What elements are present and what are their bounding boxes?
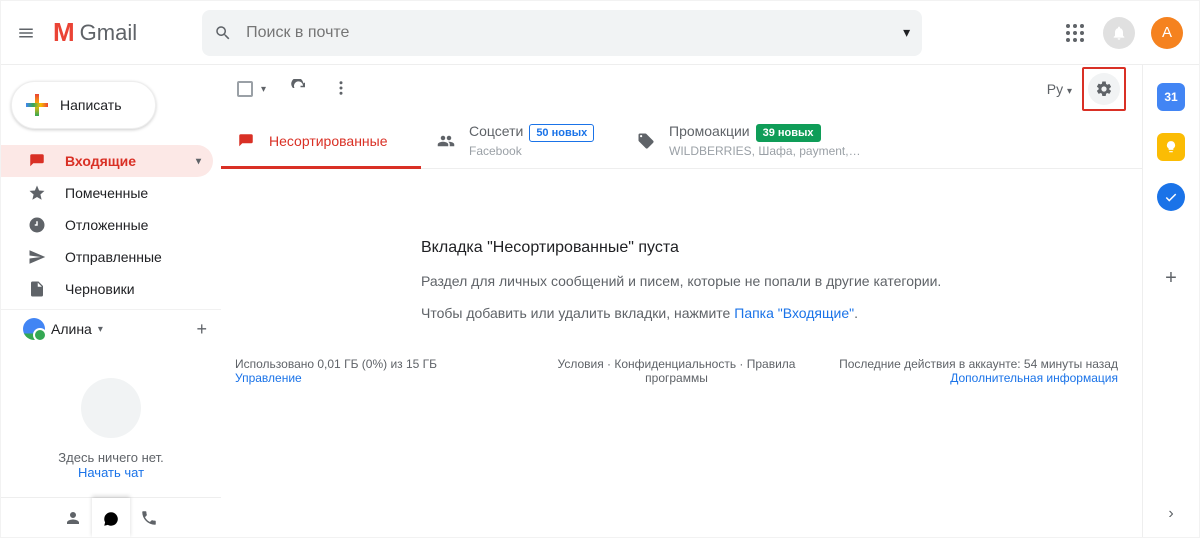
plus-icon xyxy=(26,94,48,116)
empty-state: Вкладка "Несортированные" пуста Раздел д… xyxy=(221,169,1142,341)
compose-button[interactable]: Написать xyxy=(11,81,156,129)
chevron-down-icon[interactable]: ▾ xyxy=(196,156,201,167)
sidebar-item-label: Отправленные xyxy=(65,249,162,265)
calendar-addon[interactable]: 31 xyxy=(1157,83,1185,111)
main-area: ▾ Ру ▾ Несортированные xyxy=(221,65,1143,537)
search-icon xyxy=(214,24,232,42)
more-button[interactable] xyxy=(332,79,350,100)
tab-label: Несортированные xyxy=(269,133,388,149)
empty-title: Вкладка "Несортированные" пуста xyxy=(421,239,1102,257)
last-activity: Последние действия в аккаунте: 54 минуты… xyxy=(824,357,1118,371)
input-language[interactable]: Ру ▾ xyxy=(1047,81,1072,97)
select-all-checkbox[interactable] xyxy=(237,81,253,97)
gear-icon xyxy=(1095,80,1113,98)
user-avatar-icon xyxy=(23,318,45,340)
sidebar-item-inbox[interactable]: Входящие ▾ xyxy=(1,145,213,177)
select-dropdown-icon[interactable]: ▾ xyxy=(261,84,266,95)
hangouts-user[interactable]: Алина ▾ + xyxy=(1,309,221,348)
tab-subtitle: WILDBERRIES, Шафа, payment,… xyxy=(669,144,861,158)
tab-label: Соцсети xyxy=(469,123,523,139)
people-icon xyxy=(437,132,455,150)
speech-bubble-icon xyxy=(81,378,141,438)
gmail-logo-icon: M xyxy=(53,17,74,48)
user-name-label: Алина xyxy=(51,321,92,337)
header-bar: M Gmail ▾ А xyxy=(1,1,1199,65)
category-tabs: Несортированные Соцсети 50 новых Facebook… xyxy=(221,113,1142,169)
gmail-logo-text: Gmail xyxy=(80,20,137,46)
tab-label: Промоакции xyxy=(669,123,750,139)
chat-tab[interactable] xyxy=(92,498,130,538)
settings-highlight xyxy=(1082,67,1126,111)
start-chat-link[interactable]: Начать чат xyxy=(78,465,144,480)
search-options-icon[interactable]: ▾ xyxy=(903,24,910,41)
account-avatar[interactable]: А xyxy=(1151,17,1183,49)
search-input[interactable] xyxy=(246,24,903,42)
send-icon xyxy=(27,248,47,266)
sidebar-item-snoozed[interactable]: Отложенные xyxy=(1,209,221,241)
new-chat-button[interactable]: + xyxy=(196,319,207,340)
sidebar-item-label: Черновики xyxy=(65,281,135,297)
clock-icon xyxy=(27,216,47,234)
empty-desc: Раздел для личных сообщений и писем, кот… xyxy=(421,273,1102,289)
sidebar-item-label: Входящие xyxy=(65,153,136,169)
search-box[interactable]: ▾ xyxy=(202,10,922,56)
sidebar-item-label: Помеченные xyxy=(65,185,148,201)
toolbar: ▾ Ру ▾ xyxy=(221,65,1142,113)
sidebar-item-starred[interactable]: Помеченные xyxy=(1,177,221,209)
settings-button[interactable] xyxy=(1088,73,1120,105)
refresh-button[interactable] xyxy=(290,79,308,100)
empty-hint: Чтобы добавить или удалить вкладки, нажм… xyxy=(421,305,1102,321)
storage-manage-link[interactable]: Управление xyxy=(235,371,529,385)
main-menu-icon[interactable] xyxy=(17,21,41,45)
star-icon xyxy=(27,184,47,202)
phone-tab[interactable] xyxy=(130,498,168,538)
badge-new: 39 новых xyxy=(756,124,821,142)
tab-social[interactable]: Соцсети 50 новых Facebook xyxy=(421,113,621,168)
footer: Использовано 0,01 ГБ (0%) из 15 ГБ Управ… xyxy=(221,341,1142,401)
storage-used: Использовано 0,01 ГБ (0%) из 15 ГБ xyxy=(235,357,529,371)
sidebar-item-drafts[interactable]: Черновики xyxy=(1,273,221,305)
file-icon xyxy=(27,280,47,298)
notifications-icon[interactable] xyxy=(1103,17,1135,49)
inbox-icon xyxy=(27,152,47,170)
google-apps-icon[interactable] xyxy=(1063,21,1087,45)
compose-label: Написать xyxy=(60,97,121,113)
tab-promotions[interactable]: Промоакции 39 новых WILDBERRIES, Шафа, pa… xyxy=(621,113,877,168)
footer-links[interactable]: Условия · Конфиденциальность · Правила п… xyxy=(529,357,823,385)
right-rail: 31 + › xyxy=(1143,65,1199,537)
tab-subtitle: Facebook xyxy=(469,144,594,158)
tab-primary[interactable]: Несортированные xyxy=(221,113,421,168)
tag-icon xyxy=(637,132,655,150)
hangouts-empty-text: Здесь ничего нет. xyxy=(58,450,163,465)
get-addons-button[interactable]: + xyxy=(1165,267,1177,290)
contacts-tab[interactable] xyxy=(54,498,92,538)
inbox-settings-link[interactable]: Папка "Входящие" xyxy=(734,305,854,321)
sidebar-item-label: Отложенные xyxy=(65,217,148,233)
sidebar: Написать Входящие ▾ Помеченные Отложенны… xyxy=(1,65,221,537)
badge-new: 50 новых xyxy=(529,124,594,142)
inbox-icon xyxy=(237,132,255,150)
sidebar-item-sent[interactable]: Отправленные xyxy=(1,241,221,273)
keep-addon[interactable] xyxy=(1157,133,1185,161)
collapse-rail-icon[interactable]: › xyxy=(1168,505,1173,523)
activity-details-link[interactable]: Дополнительная информация xyxy=(824,371,1118,385)
hangouts-empty-state: Здесь ничего нет. Начать чат xyxy=(1,378,221,480)
tasks-addon[interactable] xyxy=(1157,183,1185,211)
chevron-down-icon: ▾ xyxy=(98,324,103,335)
hangouts-tabs xyxy=(1,497,221,537)
